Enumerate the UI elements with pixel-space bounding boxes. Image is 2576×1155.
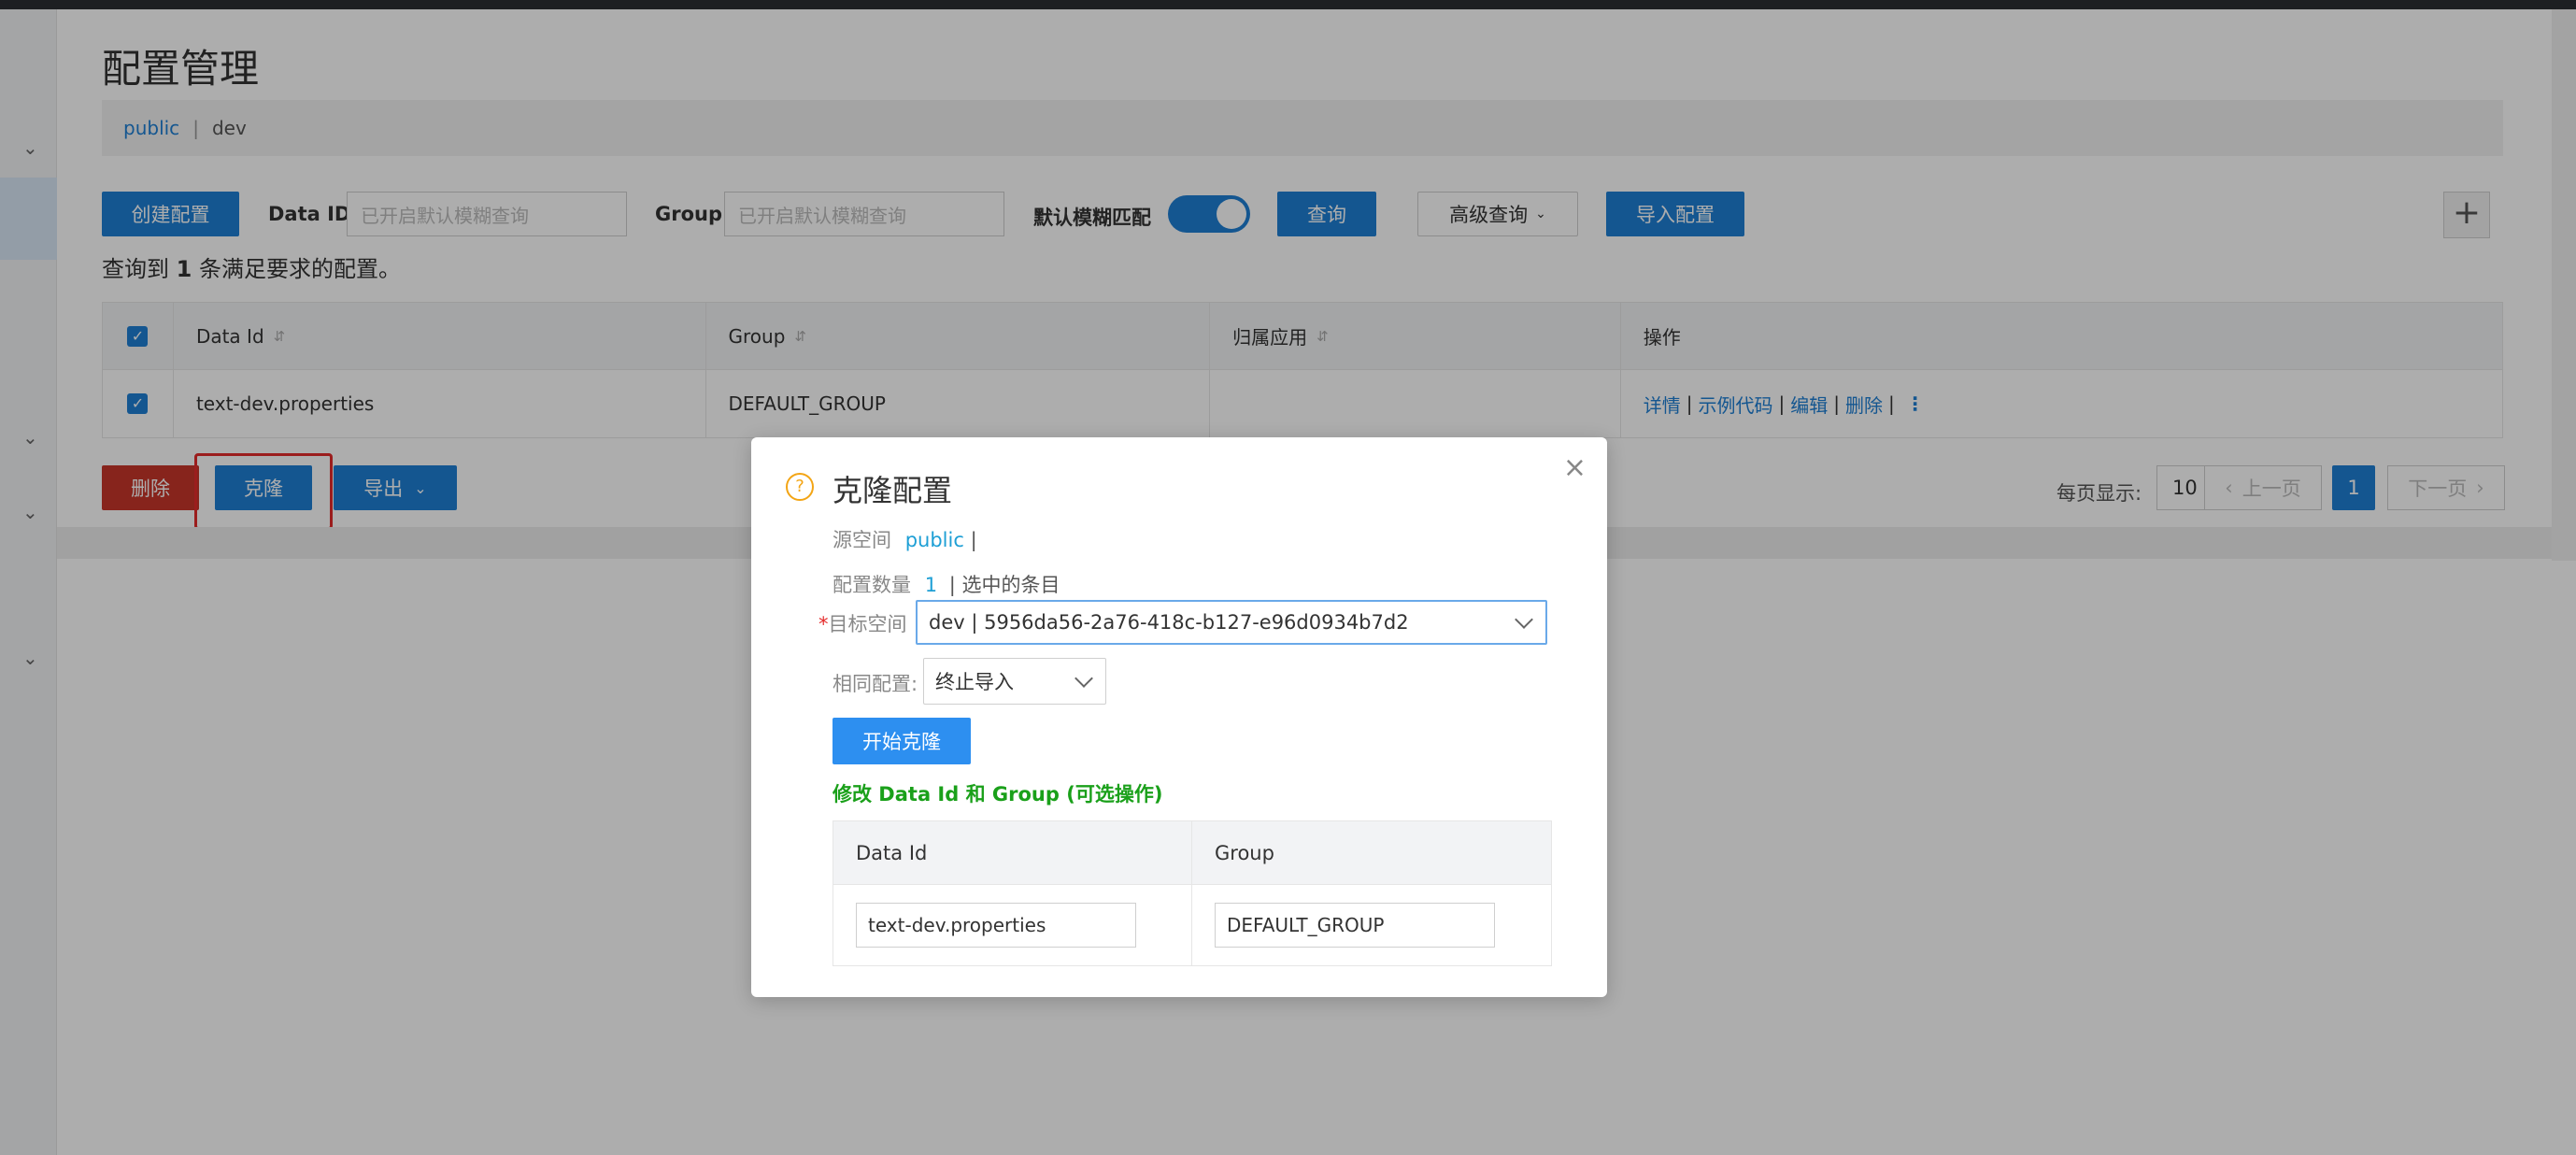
config-count-row: 配置数量 1 | 选中的条目 [833, 570, 1060, 598]
target-value: dev | 5956da56-2a76-418c-b127-e96d0934b7… [929, 611, 1409, 634]
dataid-input[interactable]: text-dev.properties [856, 903, 1136, 948]
same-config-label: 相同配置: [833, 673, 918, 695]
same-config-value: 终止导入 [935, 671, 1014, 693]
dialog-title: 克隆配置 [833, 473, 953, 508]
modify-header-dataid: Data Id [833, 821, 1192, 884]
count-label: 配置数量 [833, 574, 911, 596]
target-label: 目标空间 [828, 613, 907, 635]
modify-section-title: 修改 Data Id 和 Group (可选操作) [833, 783, 1163, 806]
source-label: 源空间 [833, 529, 891, 551]
modify-table-header: Data Id Group [833, 821, 1551, 885]
target-namespace-label: *目标空间 [818, 609, 907, 637]
source-value: public [904, 529, 964, 551]
count-value: 1 [924, 574, 938, 596]
close-icon[interactable]: × [1563, 454, 1587, 482]
source-separator: | [970, 529, 977, 551]
start-clone-button[interactable]: 开始克隆 [833, 718, 971, 764]
group-input[interactable]: DEFAULT_GROUP [1215, 903, 1495, 948]
modify-dataid-cell: text-dev.properties [833, 885, 1192, 965]
question-icon: ? [786, 473, 814, 501]
clone-config-dialog: × ? 克隆配置 源空间 public | 配置数量 1 | 选中的条目 *目标… [751, 437, 1607, 997]
target-namespace-select[interactable]: dev | 5956da56-2a76-418c-b127-e96d0934b7… [916, 600, 1547, 645]
required-marker: * [818, 613, 829, 635]
modify-group-cell: DEFAULT_GROUP [1192, 885, 1551, 965]
count-suffix: | 选中的条目 [948, 574, 1060, 596]
chevron-down-icon [1515, 610, 1533, 629]
same-config-select[interactable]: 终止导入 [923, 658, 1106, 705]
chevron-down-icon [1075, 669, 1093, 688]
modify-table: Data Id Group text-dev.properties DEFAUL… [833, 820, 1552, 966]
source-namespace-row: 源空间 public | [833, 525, 977, 553]
table-row: text-dev.properties DEFAULT_GROUP [833, 885, 1551, 965]
modify-header-group: Group [1215, 841, 1274, 864]
